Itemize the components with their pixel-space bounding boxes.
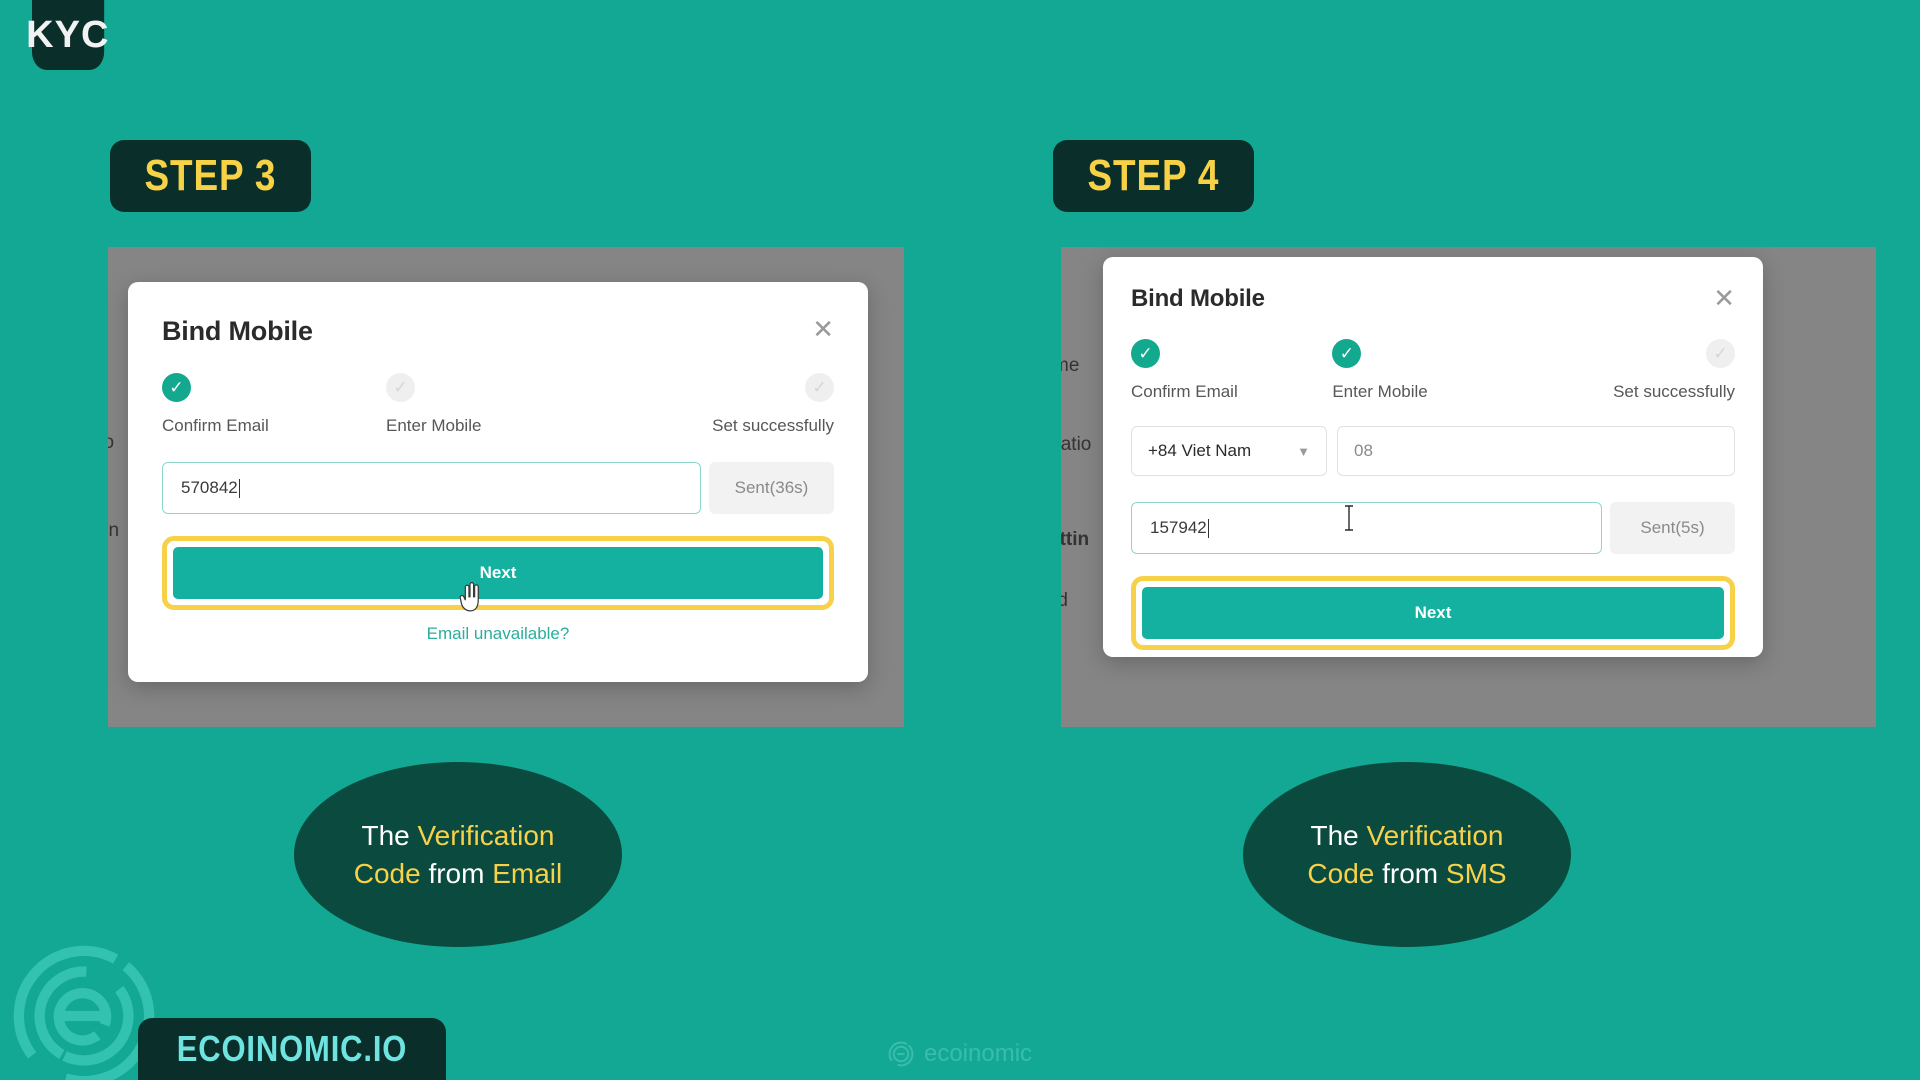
background-text-fragment: rd <box>1061 590 1068 611</box>
country-code-select[interactable]: +84 Viet Nam ▼ <box>1131 426 1327 476</box>
background-text-fragment: me <box>1061 355 1080 376</box>
background-text-fragment: ettin <box>1061 529 1090 550</box>
check-circle-icon: ✓ <box>1332 339 1362 368</box>
kyc-badge-label: KYC <box>26 13 110 56</box>
watermark-logo-icon <box>888 1041 914 1067</box>
ecoinomic-logo-icon <box>13 945 155 1080</box>
send-code-button[interactable]: Sent(36s) <box>709 462 834 514</box>
stepper-label: Enter Mobile <box>1332 382 1428 401</box>
background-text-fragment: icatio <box>1061 434 1092 455</box>
step-3-screenshot-panel: tio rin Strong Bind Mobile ✕ ✓ Confirm E… <box>108 247 904 727</box>
close-icon[interactable]: ✕ <box>1713 285 1735 311</box>
ecoinomic-footer-badge: ECOINOMIC.IO <box>138 1018 447 1080</box>
stepper-step-confirm-email: ✓ Confirm Email <box>1131 339 1332 402</box>
next-button[interactable]: Next <box>1142 587 1724 639</box>
text-caret <box>238 478 241 498</box>
stepper-step-confirm-email: ✓ Confirm Email <box>162 373 386 436</box>
stepper-label: Confirm Email <box>162 416 269 435</box>
verification-code-row: 570842 Sent(36s) <box>162 462 834 514</box>
step-4-badge-label: STEP 4 <box>1087 151 1220 200</box>
chevron-down-icon: ▼ <box>1297 443 1310 459</box>
bind-mobile-dialog-step4: Bind Mobile ✕ ✓ Confirm Email ✓ Enter Mo… <box>1103 257 1763 657</box>
email-unavailable-link[interactable]: Email unavailable? <box>162 624 834 644</box>
phone-entry-row: +84 Viet Nam ▼ 08 <box>1131 426 1735 476</box>
check-circle-icon: ✓ <box>1131 339 1160 368</box>
dialog-header: Bind Mobile ✕ <box>1131 285 1735 313</box>
phone-number-input[interactable]: 08 <box>1337 426 1735 476</box>
step-3-badge-label: STEP 3 <box>144 151 277 200</box>
next-button-highlight: Next <box>1131 576 1735 650</box>
dialog-title: Bind Mobile <box>1131 285 1265 312</box>
stepper-step-enter-mobile: ✓ Enter Mobile <box>1332 339 1533 402</box>
next-button-highlight: Next <box>162 536 834 610</box>
close-icon[interactable]: ✕ <box>812 316 834 342</box>
stepper-label: Set successfully <box>1613 382 1735 401</box>
ecoinomic-footer-label: ECOINOMIC.IO <box>176 1028 408 1069</box>
kyc-badge: KYC <box>26 0 109 70</box>
stepper-step-enter-mobile: ✓ Enter Mobile <box>386 373 610 436</box>
verification-code-input[interactable]: 157942 <box>1131 502 1602 554</box>
phone-number-value: 08 <box>1354 441 1373 460</box>
caption-sms: The Verification Code from SMS <box>1243 762 1571 947</box>
watermark-label: ecoinomic <box>923 1040 1033 1067</box>
country-code-value: +84 Viet Nam <box>1148 441 1252 460</box>
dialog-title: Bind Mobile <box>162 316 313 346</box>
caption-text-highlight-2: Email <box>492 857 563 889</box>
verification-code-value: 570842 <box>181 478 238 497</box>
check-circle-icon: ✓ <box>162 373 191 402</box>
caption-text-pre: The <box>361 819 418 851</box>
caption-text-mid: from <box>420 857 493 889</box>
watermark: ecoinomic <box>888 1040 1032 1068</box>
caption-text-highlight-2: SMS <box>1445 857 1507 889</box>
step-4-badge: STEP 4 <box>1053 140 1254 212</box>
pending-circle-icon: ✓ <box>805 373 834 402</box>
pending-circle-icon: ✓ <box>386 373 415 402</box>
background-text-fragment: tio <box>108 432 115 453</box>
send-code-button[interactable]: Sent(5s) <box>1610 502 1735 554</box>
stepper-step-set-successfully: ✓ Set successfully <box>610 373 834 436</box>
background-text-fragment: rin <box>108 520 120 541</box>
verification-code-value: 157942 <box>1150 518 1207 537</box>
bind-mobile-dialog-step3: Bind Mobile ✕ ✓ Confirm Email ✓ Enter Mo… <box>128 282 868 682</box>
next-button[interactable]: Next <box>173 547 823 599</box>
verification-code-input[interactable]: 570842 <box>162 462 701 514</box>
text-caret <box>1207 518 1210 538</box>
caption-email: The Verification Code from Email <box>294 762 622 947</box>
stepper-step-set-successfully: ✓ Set successfully <box>1534 339 1735 402</box>
dialog-header: Bind Mobile ✕ <box>162 316 834 347</box>
caption-text-mid: from <box>1374 857 1446 889</box>
caption-text-pre: The <box>1310 819 1367 851</box>
stepper-label: Enter Mobile <box>386 416 482 435</box>
verification-code-row: 157942 Sent(5s) <box>1131 502 1735 554</box>
progress-stepper: ✓ Confirm Email ✓ Enter Mobile ✓ Set suc… <box>1131 339 1735 402</box>
stepper-label: Confirm Email <box>1131 382 1238 401</box>
stepper-label: Set successfully <box>712 416 834 435</box>
step-4-screenshot-panel: me icatio ettin rd Bind Mobile ✕ ✓ Confi… <box>1061 247 1876 727</box>
pending-circle-icon: ✓ <box>1705 339 1735 368</box>
step-3-badge: STEP 3 <box>110 140 311 212</box>
progress-stepper: ✓ Confirm Email ✓ Enter Mobile ✓ Set suc… <box>162 373 834 436</box>
